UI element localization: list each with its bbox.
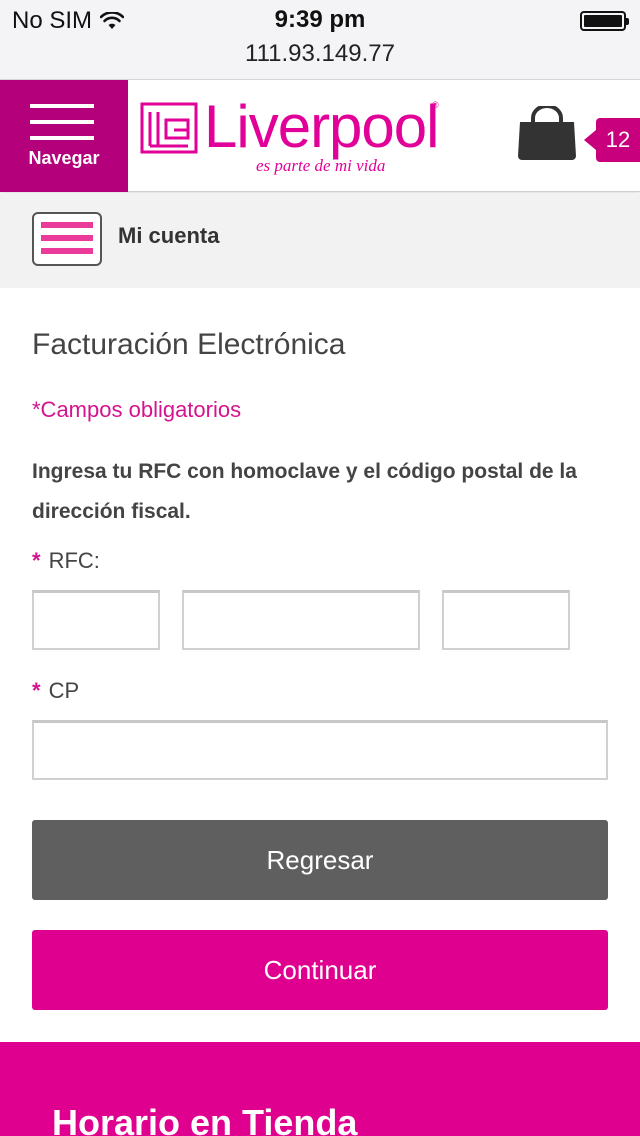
shopping-bag-icon[interactable] xyxy=(516,106,578,162)
battery-icon xyxy=(580,11,629,31)
cp-label: * CP xyxy=(32,678,79,704)
required-marker: * xyxy=(32,548,41,573)
account-bar: Mi cuenta xyxy=(0,193,640,288)
store-hours-footer: Horario en Tienda xyxy=(0,1042,640,1136)
hamburger-icon xyxy=(30,104,94,152)
rfc-field-2[interactable] xyxy=(182,590,420,650)
clock: 9:39 pm xyxy=(274,6,366,33)
store-hours-title[interactable]: Horario en Tienda xyxy=(52,1102,357,1136)
logo-tagline: es parte de mi vida xyxy=(256,156,386,175)
account-label[interactable]: Mi cuenta xyxy=(118,223,219,249)
navigate-label: Navegar xyxy=(28,148,100,168)
liverpool-logo[interactable]: Liverpool ® es parte de mi vida xyxy=(140,93,440,178)
required-marker: * xyxy=(32,678,41,703)
cp-label-text: CP xyxy=(48,678,80,703)
logo-wordmark: Liverpool xyxy=(204,93,439,160)
registered-mark: ® xyxy=(432,100,439,110)
status-bar: No SIM 9:39 pm 111.93.149.77 xyxy=(0,0,640,80)
postal-code-field[interactable] xyxy=(32,720,608,780)
required-fields-note: *Campos obligatorios xyxy=(32,397,242,422)
rfc-label-text: RFC: xyxy=(48,548,100,573)
address-url[interactable]: 111.93.149.77 xyxy=(0,40,640,68)
logo-mark-icon xyxy=(140,102,198,154)
rfc-field-1[interactable] xyxy=(32,590,160,650)
page-title: Facturación Electrónica xyxy=(32,328,346,361)
account-menu-icon[interactable] xyxy=(32,212,102,266)
continue-button[interactable]: Continuar xyxy=(32,930,608,1010)
back-button[interactable]: Regresar xyxy=(32,820,608,900)
instructions-text: Ingresa tu RFC con homoclave y el código… xyxy=(32,460,577,523)
rfc-field-3[interactable] xyxy=(442,590,570,650)
cart-count-badge[interactable]: 12 xyxy=(584,118,640,162)
navigate-menu-button[interactable]: Navegar xyxy=(0,80,128,192)
site-header: Navegar Liverpool ® es parte de mi vida … xyxy=(0,80,640,192)
rfc-label: * RFC: xyxy=(32,548,100,574)
